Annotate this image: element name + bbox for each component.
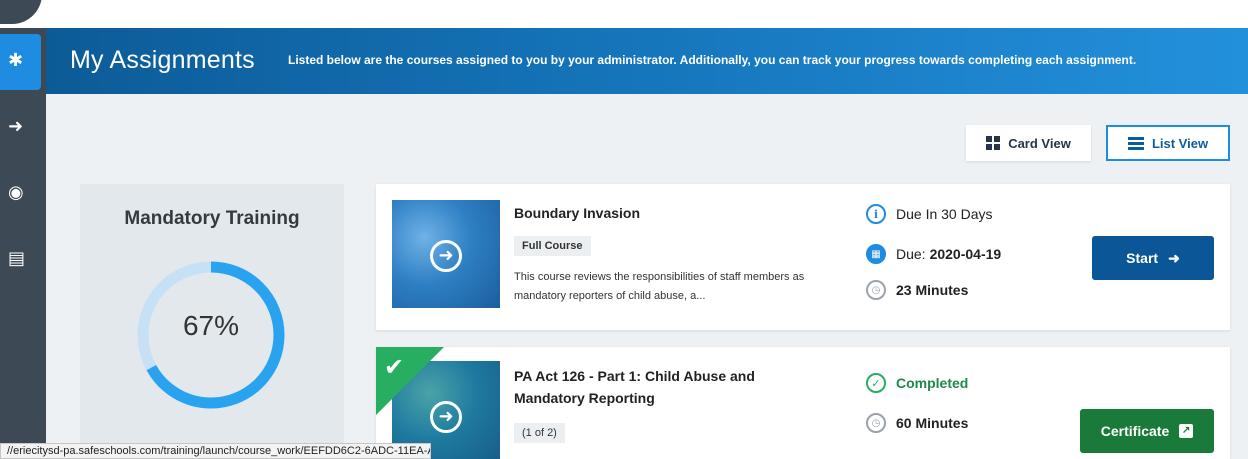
start-label: Start <box>1126 250 1159 266</box>
course-title[interactable]: Boundary Invasion <box>514 202 640 224</box>
calendar-icon: ▦ <box>866 244 886 264</box>
info-icon: i <box>866 204 886 224</box>
list-icon <box>1127 136 1144 150</box>
clock-icon: ◷ <box>866 280 886 300</box>
card-view-label: Card View <box>1008 135 1071 151</box>
list-view-label: List View <box>1151 135 1209 151</box>
certificate-label: Certificate <box>1100 423 1170 439</box>
sidebar-item-assignments[interactable]: ✱ <box>0 34 41 90</box>
duration-text: 60 Minutes <box>896 415 969 431</box>
sidebar-item-circle-icon[interactable]: ◉ <box>8 184 24 202</box>
external-link-icon: ↗ <box>1179 424 1194 438</box>
check-circle-icon: ✓ <box>866 373 886 393</box>
course-part-badge: (1 of 2) <box>514 423 565 443</box>
mandatory-training-title: Mandatory Training <box>124 208 300 229</box>
check-icon: ✔ <box>384 353 405 381</box>
course-type-badge: Full Course <box>514 236 591 256</box>
mandatory-training-panel: Mandatory Training 67% <box>80 184 344 459</box>
star-icon: ✱ <box>8 50 24 71</box>
launch-arrow-icon[interactable]: ➜ <box>430 240 462 272</box>
duration-text: 23 Minutes <box>896 282 969 298</box>
sidebar-item-arrow-icon[interactable]: ➜ <box>8 118 23 136</box>
clock-icon: ◷ <box>866 413 886 433</box>
course-card: ➜ ✔ PA Act 126 - Part 1: Child Abuse and… <box>376 347 1230 459</box>
course-description: This course reviews the responsibilities… <box>514 271 805 302</box>
status-row: ✓ Completed <box>866 373 968 393</box>
sidebar: ✱ ➜ ◉ ▤ <box>0 0 46 459</box>
status-bar-url: //eriecitysd-pa.safeschools.com/training… <box>0 443 431 459</box>
sidebar-top-cap <box>0 0 46 28</box>
course-title[interactable]: PA Act 126 - Part 1: Child Abuse and Man… <box>514 365 814 409</box>
due-date-row: ▦ Due: 2020-04-19 <box>866 244 1001 264</box>
status-text: Completed <box>896 375 969 391</box>
due-date-value: 2020-04-19 <box>929 246 1002 262</box>
grid-icon <box>986 136 1001 150</box>
page-title: My Assignments <box>70 46 255 74</box>
list-view-button[interactable]: List View <box>1106 125 1230 161</box>
duration-row: ◷ 60 Minutes <box>866 413 968 433</box>
due-in-text: Due In 30 Days <box>896 206 993 222</box>
progress-percent: 67% <box>182 310 240 341</box>
card-view-button[interactable]: Card View <box>966 125 1091 161</box>
page-description: Listed below are the courses assigned to… <box>288 53 1137 67</box>
top-strip <box>46 0 1248 28</box>
certificate-button[interactable]: Certificate ↗ <box>1080 409 1214 453</box>
due-in-row: i Due In 30 Days <box>866 204 993 224</box>
arrow-right-icon: ➜ <box>1168 249 1180 266</box>
header-banner: My Assignments Listed below are the cour… <box>46 28 1248 94</box>
duration-row: ◷ 23 Minutes <box>866 280 968 300</box>
due-date-label: Due: <box>896 246 926 262</box>
sidebar-item-document-icon[interactable]: ▤ <box>8 250 25 268</box>
course-thumbnail[interactable]: ➜ <box>392 200 500 308</box>
course-card: ➜ Boundary Invasion Full Course This cou… <box>376 184 1230 330</box>
start-button[interactable]: Start ➜ <box>1092 236 1214 280</box>
